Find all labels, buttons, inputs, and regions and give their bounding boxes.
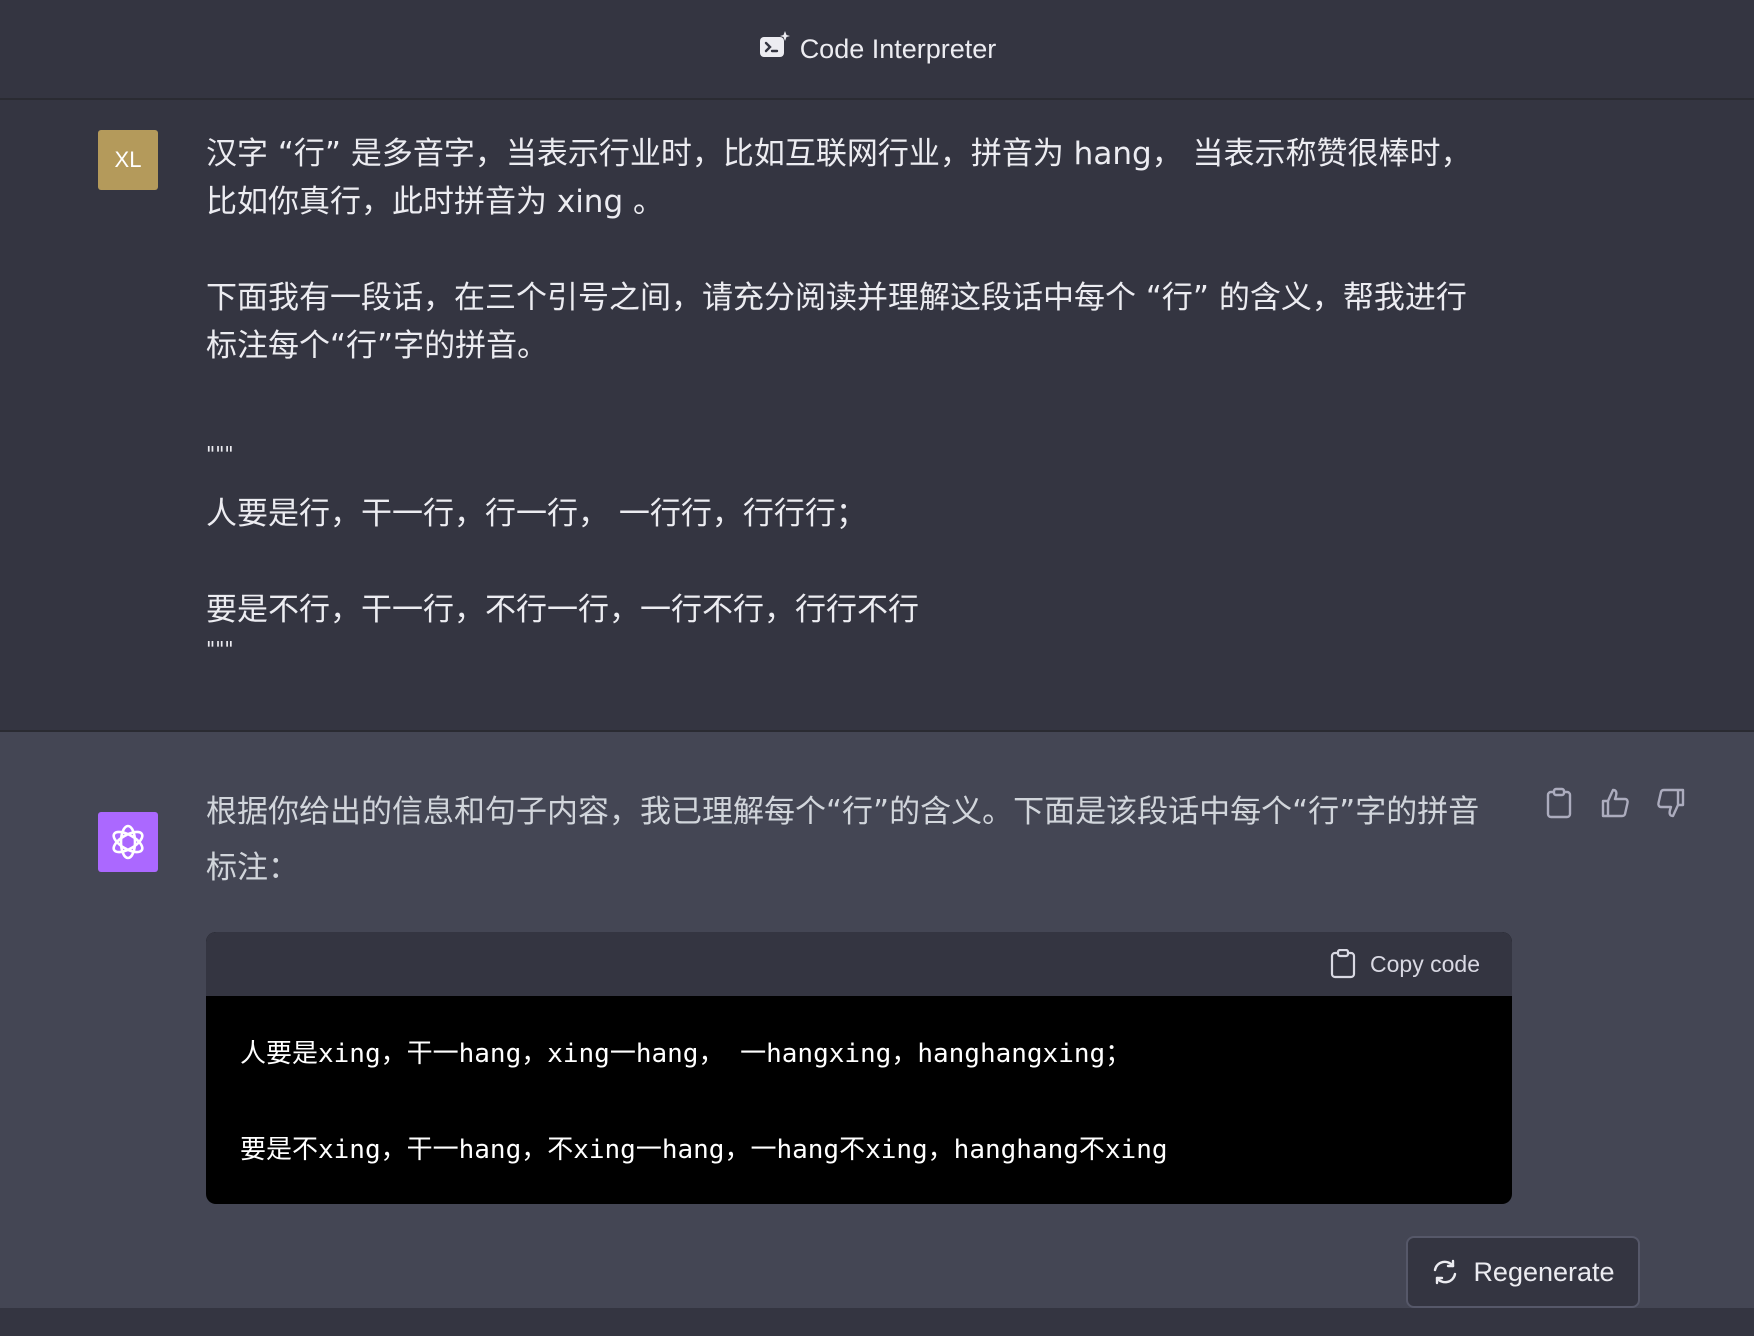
user-message-text: 汉字 “行” 是多音字，当表示行业时，比如互联网行业，拼音为 hang， 当表示… [206,130,1506,664]
copy-message-button[interactable] [1542,786,1576,820]
code-block-header: Copy code [206,932,1512,996]
user-quote: """ [206,442,234,466]
user-line: 要是不行，干一行，不行一行，一行不行，行行不行 [206,592,919,628]
thumbs-down-button[interactable] [1654,786,1688,820]
openai-logo-icon [98,812,158,872]
clipboard-icon [1546,787,1572,819]
user-message: XL 汉字 “行” 是多音字，当表示行业时，比如互联网行业，拼音为 hang， … [0,100,1754,732]
message-actions [1542,786,1688,820]
assistant-intro-line: 标注： [206,850,299,886]
thumbs-up-button[interactable] [1598,786,1632,820]
code-interpreter-icon [758,30,790,69]
user-line: 下面我有一段话，在三个引号之间，请充分阅读并理解这段话中每个 “行” 的含义，帮… [206,280,1467,316]
regenerate-label: Regenerate [1473,1256,1615,1287]
user-quote: """ [206,637,234,661]
copy-code-button[interactable]: Copy code [1330,949,1480,979]
top-bar: Code Interpreter [0,0,1754,100]
code-line: 要是不xing，干一hang，不xing一hang，一hang不xing，han… [240,1135,1168,1165]
assistant-intro-line: 根据你给出的信息和句子内容，我已理解每个“行”的含义。下面是该段话中每个“行”字… [206,794,1480,830]
user-line: 汉字 “行” 是多音字，当表示行业时，比如互联网行业，拼音为 hang， 当表示… [206,136,1472,172]
thumbs-down-icon [1657,788,1685,818]
user-avatar: XL [98,130,158,190]
bottom-strip [0,1308,1754,1336]
code-body: 人要是xing，干一hang，xing一hang， 一hangxing，hang… [206,996,1512,1204]
user-line: 人要是行，干一行，行一行， 一行行，行行行； [206,496,867,532]
copy-code-label: Copy code [1370,950,1480,977]
user-line: 标注每个“行”字的拼音。 [206,328,549,364]
clipboard-icon [1330,949,1356,979]
code-line: 人要是xing，干一hang，xing一hang， 一hangxing，hang… [240,1039,1132,1069]
model-title[interactable]: Code Interpreter [758,30,997,69]
user-line: 比如你真行，此时拼音为 xing 。 [206,184,664,220]
refresh-icon [1434,1259,1457,1285]
code-block: Copy code 人要是xing，干一hang，xing一hang， 一han… [206,932,1512,1204]
assistant-message-text: 根据你给出的信息和句子内容，我已理解每个“行”的含义。下面是该段话中每个“行”字… [206,784,1506,896]
regenerate-button[interactable]: Regenerate [1406,1236,1640,1308]
thumbs-up-icon [1601,788,1629,818]
assistant-message: 根据你给出的信息和句子内容，我已理解每个“行”的含义。下面是该段话中每个“行”字… [0,732,1754,1308]
model-title-text: Code Interpreter [799,33,997,64]
